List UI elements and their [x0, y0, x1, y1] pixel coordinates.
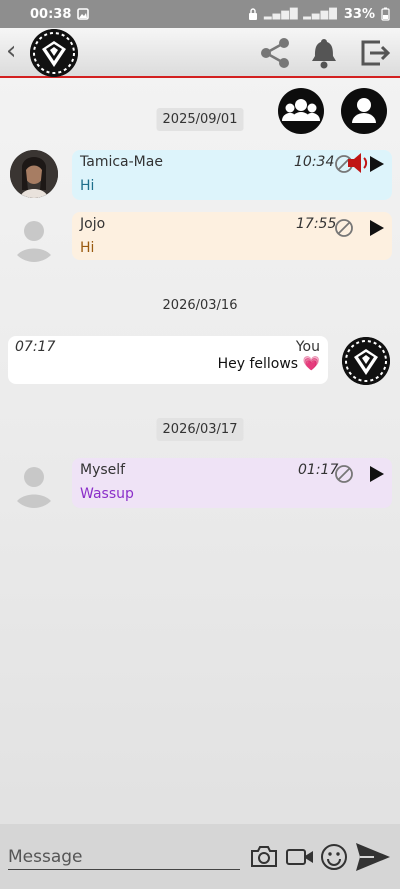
sender-name: You — [295, 339, 320, 355]
message-time: 10:34 — [294, 154, 335, 170]
camera-icon[interactable] — [250, 844, 278, 868]
message-text: Wassup — [80, 486, 134, 502]
exit-icon[interactable] — [358, 36, 392, 70]
video-icon[interactable] — [286, 847, 314, 867]
share-icon[interactable] — [258, 36, 292, 70]
lock-icon — [248, 8, 257, 20]
avatar-tamica[interactable] — [10, 150, 58, 198]
group-logo — [30, 29, 78, 77]
gallery-icon — [77, 8, 90, 20]
avatar-placeholder[interactable] — [10, 214, 58, 262]
blocked-icon[interactable] — [334, 464, 354, 484]
emoji-icon[interactable] — [320, 843, 348, 871]
avatar-placeholder[interactable] — [10, 460, 58, 508]
own-avatar[interactable] — [342, 337, 390, 385]
battery-icon — [381, 7, 390, 21]
send-icon[interactable] — [354, 841, 392, 873]
message-time: 01:17 — [298, 462, 339, 478]
person-placeholder-icon — [14, 467, 54, 508]
message-time: 07:17 — [15, 339, 56, 355]
person-icon — [352, 98, 376, 123]
bell-icon[interactable] — [307, 36, 341, 70]
status-time: 00:38 — [30, 6, 72, 22]
back-button[interactable]: ‹ — [6, 36, 16, 66]
app-bar: ‹ — [0, 28, 400, 78]
sender-name: Jojo — [80, 216, 106, 232]
heart-emoji: 💗 — [302, 356, 320, 372]
message-bubble[interactable]: Jojo 17:55 Hi — [72, 212, 392, 260]
person-placeholder-icon — [14, 221, 54, 262]
message-text: Hi — [80, 178, 95, 194]
play-icon[interactable] — [366, 464, 386, 484]
message-bubble-own[interactable]: 07:17 You Hey fellows 💗 — [8, 336, 328, 384]
message-time: 17:55 — [296, 216, 337, 232]
message-text: Hey fellows 💗 — [217, 356, 320, 372]
profile-button[interactable] — [341, 88, 387, 134]
group-icon — [281, 99, 321, 121]
signal-icon: ▂▄▆█ ▂▄▆█ — [263, 8, 338, 20]
members-button[interactable] — [278, 88, 324, 134]
message-bubble[interactable]: Tamica-Mae 10:34 Hi — [72, 150, 392, 200]
play-icon[interactable] — [366, 218, 386, 238]
sender-name: Myself — [80, 462, 126, 478]
composer-bar — [0, 824, 400, 889]
sender-name: Tamica-Mae — [80, 154, 163, 170]
play-icon[interactable] — [366, 154, 386, 174]
message-text: Hi — [80, 240, 95, 256]
date-label: 2026/03/16 — [162, 298, 238, 313]
date-chip: 2026/03/17 — [156, 418, 244, 441]
message-input[interactable] — [8, 844, 240, 870]
status-bar: 00:38 ▂▄▆█ ▂▄▆█ 33% — [0, 0, 400, 28]
message-bubble[interactable]: Myself 01:17 Wassup — [72, 458, 392, 508]
date-chip: 2025/09/01 — [156, 108, 244, 131]
blocked-icon[interactable] — [334, 218, 354, 238]
battery-level: 33% — [343, 6, 375, 22]
